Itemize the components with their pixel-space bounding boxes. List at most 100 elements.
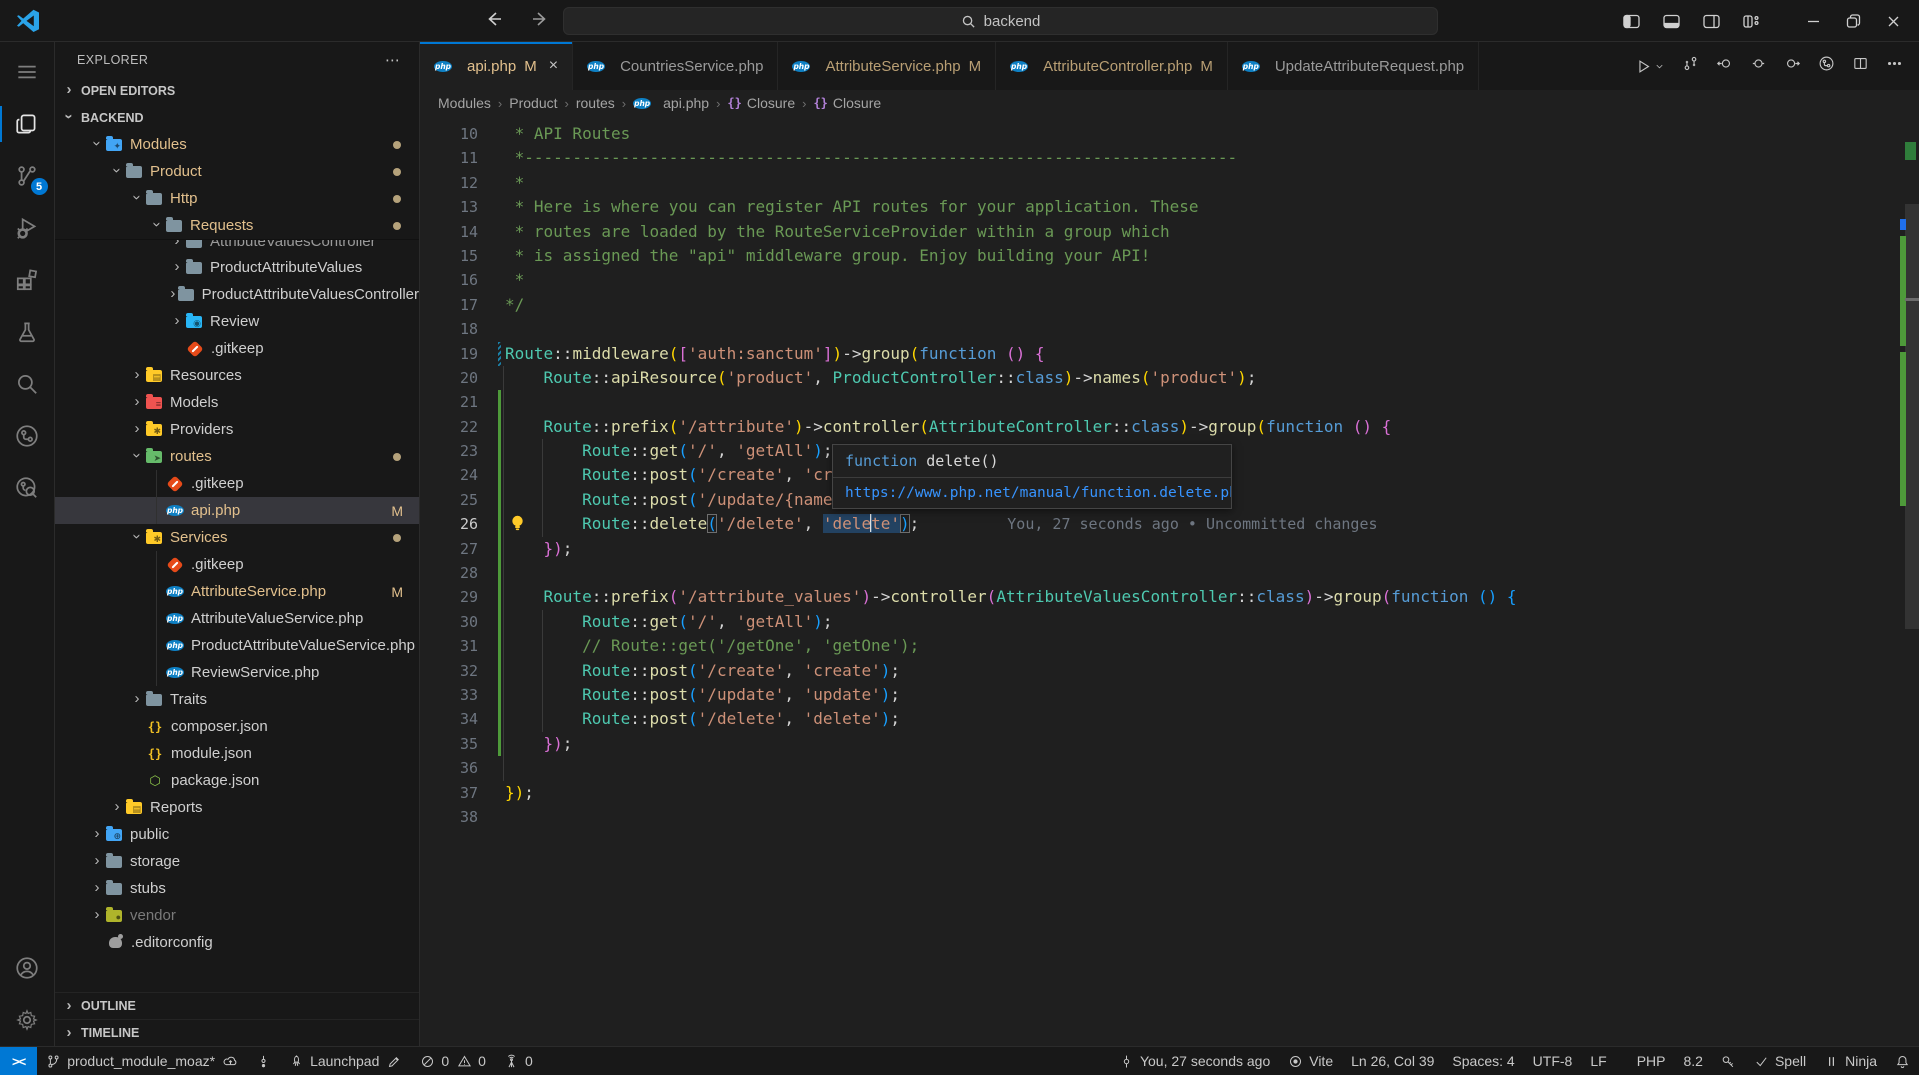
code-line-14[interactable]: 14 * routes are loaded by the RouteServi… — [420, 220, 1899, 244]
tree-folder-vendor[interactable]: ›●vendor — [55, 902, 419, 929]
workspace-root-section[interactable]: ›BACKEND — [55, 104, 419, 131]
tree-file-clipped[interactable]: ⋯ — [55, 956, 419, 967]
status-intelephense[interactable] — [1712, 1047, 1745, 1075]
tree-folder-Modules[interactable]: ›✦Modules — [55, 131, 419, 158]
tab-api.php[interactable]: phpapi.phpM× — [420, 42, 573, 90]
timeline-section[interactable]: ›TIMELINE — [55, 1019, 419, 1046]
status-indentation[interactable]: Spaces: 4 — [1443, 1047, 1523, 1075]
tree-folder-AttributeValuesController[interactable]: ›AttributeValuesController — [55, 239, 419, 254]
outline-section[interactable]: ›OUTLINE — [55, 992, 419, 1019]
explorer-actions-icon[interactable]: ⋯ — [385, 51, 401, 69]
code-line-30[interactable]: 30 Route::get('/', 'getAll'); — [420, 610, 1899, 634]
forward-button[interactable] — [530, 9, 550, 34]
tree-folder-Reports[interactable]: ›▤Reports — [55, 794, 419, 821]
file-history-icon[interactable] — [1818, 55, 1835, 77]
back-button[interactable] — [484, 9, 504, 34]
activity-gitlens-icon[interactable] — [0, 462, 55, 514]
code-line-10[interactable]: 10 * API Routes — [420, 122, 1899, 146]
toggle-sidebar-icon[interactable] — [1611, 0, 1651, 42]
code-line-37[interactable]: 37}); — [420, 781, 1899, 805]
breadcrumb-api.php[interactable]: phpapi.php — [633, 95, 709, 111]
breadcrumb-Product[interactable]: Product — [509, 95, 557, 111]
code-line-20[interactable]: 20 Route::apiResource('product', Product… — [420, 366, 1899, 390]
open-changes-icon[interactable] — [1682, 55, 1699, 77]
status-remote[interactable]: >< — [0, 1047, 37, 1075]
status-cursor-position[interactable]: Ln 26, Col 39 — [1342, 1047, 1443, 1075]
code-line-11[interactable]: 11 *------------------------------------… — [420, 146, 1899, 170]
code-line-31[interactable]: 31 // Route::get('/getOne', 'getOne'); — [420, 634, 1899, 658]
status-eol[interactable]: LF — [1581, 1047, 1615, 1075]
activity-extensions-icon[interactable] — [0, 254, 55, 306]
scrollbar-thumb[interactable] — [1905, 204, 1919, 629]
tree-file-module.json[interactable]: {}module.json — [55, 740, 419, 767]
activity-git-graph-icon[interactable] — [0, 410, 55, 462]
status-blame[interactable]: You, 27 seconds ago — [1110, 1047, 1279, 1075]
tree-folder-Product[interactable]: ›Product — [55, 158, 419, 185]
status-encoding[interactable]: UTF-8 — [1524, 1047, 1582, 1075]
tree-folder-stubs[interactable]: ›stubs — [55, 875, 419, 902]
code-line-21[interactable]: 21 — [420, 390, 1899, 414]
code-line-26[interactable]: 26 Route::delete('/delete', 'delete');Yo… — [420, 512, 1899, 536]
command-center-search[interactable]: backend — [563, 7, 1438, 35]
activity-settings-icon[interactable] — [0, 994, 55, 1046]
tree-file-.gitkeep[interactable]: .gitkeep — [55, 470, 419, 497]
code-line-13[interactable]: 13 * Here is where you can register API … — [420, 195, 1899, 219]
tree-folder-Traits[interactable]: ›Traits — [55, 686, 419, 713]
code-line-38[interactable]: 38 — [420, 805, 1899, 829]
more-actions-icon[interactable] — [1886, 55, 1903, 77]
tree-file-AttributeValueService.php[interactable]: phpAttributeValueService.php — [55, 605, 419, 632]
code-line-12[interactable]: 12 * — [420, 171, 1899, 195]
hover-doc-link[interactable]: https://www.php.net/manual/function.dele… — [833, 478, 1231, 508]
activity-accounts-icon[interactable] — [0, 942, 55, 994]
code-line-34[interactable]: 34 Route::post('/delete', 'delete'); — [420, 707, 1899, 731]
code-line-18[interactable]: 18 — [420, 317, 1899, 341]
tree-folder-routes[interactable]: ›➤routes — [55, 443, 419, 470]
code-line-32[interactable]: 32 Route::post('/create', 'create'); — [420, 659, 1899, 683]
tab-AttributeService.php[interactable]: phpAttributeService.phpM — [778, 42, 996, 90]
code-line-29[interactable]: 29 Route::prefix('/attribute_values')->c… — [420, 585, 1899, 609]
toggle-panel-icon[interactable] — [1651, 0, 1691, 42]
status-branch[interactable]: product_module_moaz* — [37, 1047, 247, 1075]
tree-file-.editorconfig[interactable]: .editorconfig — [55, 929, 419, 956]
tree-folder-storage[interactable]: ›storage — [55, 848, 419, 875]
status-ports[interactable]: 0 — [495, 1047, 542, 1075]
status-launchpad[interactable]: Launchpad — [280, 1047, 411, 1075]
tree-folder-Services[interactable]: ›✱Services — [55, 524, 419, 551]
tree-folder-Resources[interactable]: ›▤Resources — [55, 362, 419, 389]
tab-CountriesService.php[interactable]: phpCountriesService.php — [573, 42, 778, 90]
code-line-36[interactable]: 36 — [420, 756, 1899, 780]
tree-file-ProductAttributeValueService.php[interactable]: phpProductAttributeValueService.php — [55, 632, 419, 659]
lightbulb-icon[interactable] — [508, 513, 527, 532]
tree-file-package.json[interactable]: ⬡package.json — [55, 767, 419, 794]
tree-folder-ProductAttributeValues[interactable]: ›ProductAttributeValues — [55, 254, 419, 281]
next-change-icon[interactable] — [1784, 55, 1801, 77]
activity-explorer-icon[interactable] — [0, 98, 55, 150]
split-editor-icon[interactable] — [1852, 55, 1869, 77]
open-editors-section[interactable]: ›OPEN EDITORS — [55, 77, 419, 104]
activity-menu-icon[interactable] — [0, 46, 55, 98]
code-line-16[interactable]: 16 * — [420, 268, 1899, 292]
activity-testing-icon[interactable] — [0, 306, 55, 358]
tree-folder-Providers[interactable]: ›✱Providers — [55, 416, 419, 443]
status-php-version[interactable]: 8.2 — [1674, 1047, 1711, 1075]
code-editor[interactable]: 10 * API Routes11 *---------------------… — [420, 116, 1919, 1046]
code-line-33[interactable]: 33 Route::post('/update', 'update'); — [420, 683, 1899, 707]
activity-search-icon[interactable] — [0, 358, 55, 410]
status-ninja[interactable]: Ninja — [1815, 1047, 1886, 1075]
code-line-27[interactable]: 27 }); — [420, 537, 1899, 561]
tree-file-composer.json[interactable]: {}composer.json — [55, 713, 419, 740]
code-line-35[interactable]: 35 }); — [420, 732, 1899, 756]
activity-run-debug-icon[interactable] — [0, 202, 55, 254]
status-problems[interactable]: 00 — [411, 1047, 495, 1075]
tree-folder-Http[interactable]: ›Http — [55, 185, 419, 212]
breadcrumb-Closure[interactable]: {}Closure — [813, 95, 881, 111]
breadcrumb-Closure[interactable]: {}Closure — [727, 95, 795, 111]
tree-file-AttributeService.php[interactable]: phpAttributeService.phpM — [55, 578, 419, 605]
run-icon[interactable] — [1635, 58, 1665, 75]
tab-UpdateAttributeRequest.php[interactable]: phpUpdateAttributeRequest.php — [1228, 42, 1479, 90]
code-line-15[interactable]: 15 * is assigned the "api" middleware gr… — [420, 244, 1899, 268]
close-button[interactable] — [1873, 0, 1913, 42]
tree-file-ReviewService.php[interactable]: phpReviewService.php — [55, 659, 419, 686]
status-commits[interactable] — [247, 1047, 280, 1075]
code-line-17[interactable]: 17*/ — [420, 293, 1899, 317]
